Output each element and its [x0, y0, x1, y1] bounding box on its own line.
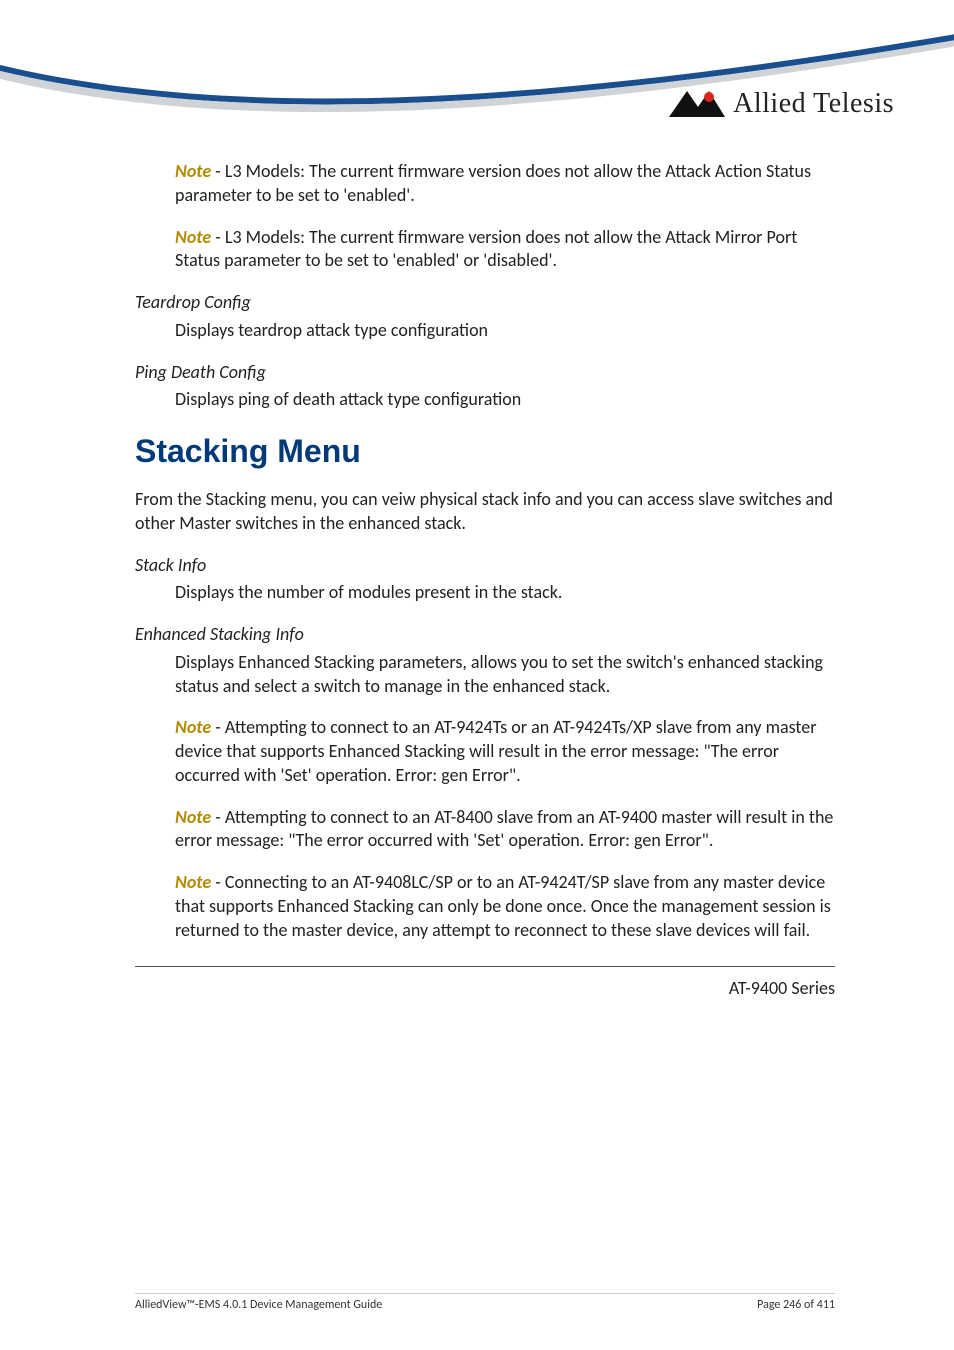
stack-info-desc: Displays the number of modules present i…: [135, 581, 835, 605]
brand-logo: Allied Telesis: [669, 88, 894, 120]
note-text: - L3 Models: The current firmware versio…: [175, 226, 797, 272]
note-text: - Attempting to connect to an AT-8400 sl…: [175, 806, 833, 852]
section-heading-stacking-menu: Stacking Menu: [135, 430, 835, 472]
note-at9408lc: Note - Connecting to an AT-9408LC/SP or …: [135, 871, 835, 942]
ping-death-config-term: Ping Death Config: [135, 361, 835, 385]
enhanced-stacking-info-term: Enhanced Stacking Info: [135, 623, 835, 647]
page-content: Note - L3 Models: The current firmware v…: [135, 160, 835, 1001]
note-label: Note: [175, 160, 211, 182]
stacking-intro: From the Stacking menu, you can veiw phy…: [135, 488, 835, 536]
definition-term: Enhanced Stacking Info: [135, 623, 304, 645]
definition-term: Teardrop Config: [135, 291, 251, 313]
note-attack-mirror: Note - L3 Models: The current firmware v…: [135, 226, 835, 274]
note-label: Note: [175, 716, 211, 738]
note-at9424ts: Note - Attempting to connect to an AT-94…: [135, 716, 835, 787]
note-label: Note: [175, 226, 211, 248]
note-text: - L3 Models: The current firmware versio…: [175, 160, 811, 206]
note-label: Note: [175, 806, 211, 828]
note-text: - Connecting to an AT-9408LC/SP or to an…: [175, 871, 831, 941]
divider: [135, 966, 835, 967]
footer-page-number: Page 246 of 411: [757, 1298, 835, 1312]
ping-death-config-desc: Displays ping of death attack type confi…: [135, 388, 835, 412]
note-at8400: Note - Attempting to connect to an AT-84…: [135, 806, 835, 854]
note-text: - Attempting to connect to an AT-9424Ts …: [175, 716, 816, 786]
definition-term: Ping Death Config: [135, 361, 266, 383]
logo-text: Allied Telesis: [733, 88, 894, 120]
note-label: Note: [175, 871, 211, 893]
series-label: AT-9400 Series: [135, 977, 835, 1001]
teardrop-config-term: Teardrop Config: [135, 291, 835, 315]
definition-term: Stack Info: [135, 554, 206, 576]
enhanced-stacking-info-desc: Displays Enhanced Stacking parameters, a…: [135, 651, 835, 699]
footer-doc-title: AlliedView™-EMS 4.0.1 Device Management …: [135, 1298, 382, 1312]
page-footer: AlliedView™-EMS 4.0.1 Device Management …: [135, 1293, 835, 1312]
logo-mark-icon: [669, 89, 725, 119]
stack-info-term: Stack Info: [135, 554, 835, 578]
note-attack-action: Note - L3 Models: The current firmware v…: [135, 160, 835, 208]
teardrop-config-desc: Displays teardrop attack type configurat…: [135, 319, 835, 343]
